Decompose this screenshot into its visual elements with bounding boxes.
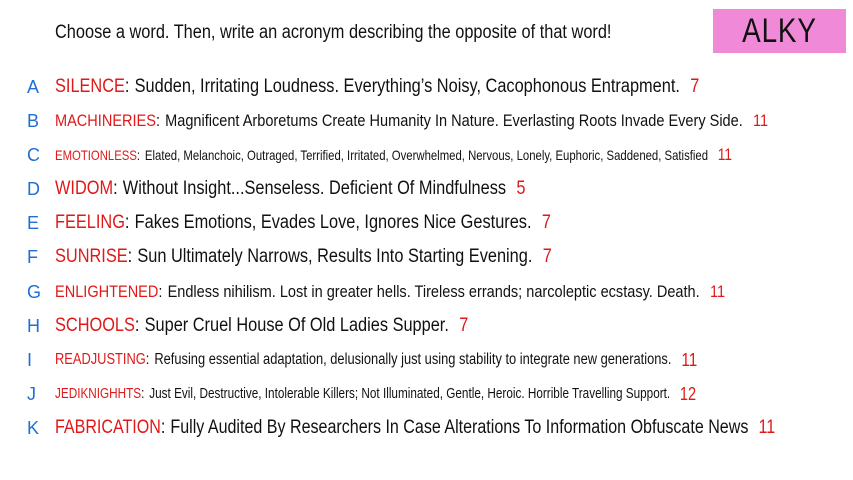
item-count: 7 [542, 246, 552, 267]
item-acronym: Fully Audited By Researchers In Case Alt… [170, 417, 749, 438]
list-item: J JEDIKNIGHHTS: Just Evil, Destructive, … [27, 383, 697, 405]
prompt-text: Choose a word. Then, write an acronym de… [55, 22, 612, 43]
item-word: WIDOM [55, 178, 114, 199]
item-letter: J [27, 384, 36, 404]
item-acronym: Refusing essential adaptation, delusiona… [154, 351, 672, 368]
item-letter: D [27, 179, 40, 199]
item-letter: C [27, 145, 40, 165]
item-word: READJUSTING [55, 351, 146, 368]
item-word: EMOTIONLESS [55, 147, 137, 163]
item-word: JEDIKNIGHHTS [55, 386, 142, 402]
item-letter: E [27, 213, 40, 233]
item-acronym: Super Cruel House Of Old Ladies Supper. [144, 315, 449, 336]
item-acronym: Elated, Melanchoic, Outraged, Terrified,… [144, 147, 709, 163]
item-word: ENLIGHTENED [55, 282, 159, 301]
item-letter: A [27, 77, 40, 97]
item-acronym: Magnificent Arboretums Create Humanity I… [165, 111, 743, 130]
item-count: 5 [516, 178, 526, 199]
list-item: I READJUSTING: Refusing essential adapta… [27, 349, 698, 370]
list-item: F SUNRISE: Sun Ultimately Narrows, Resul… [27, 246, 552, 267]
item-word: SILENCE [55, 76, 125, 97]
list-item: D WIDOM: Without Insight...Senseless. De… [27, 178, 526, 199]
item-letter: K [27, 418, 40, 438]
item-letter: H [27, 316, 40, 336]
item-acronym: Just Evil, Destructive, Intolerable Kill… [149, 386, 671, 402]
item-count: 7 [690, 76, 700, 97]
item-count: 7 [459, 315, 469, 336]
item-acronym: Fakes Emotions, Evades Love, Ignores Nic… [134, 212, 532, 233]
item-acronym: Endless nihilism. Lost in greater hells.… [167, 282, 700, 301]
list-item: G ENLIGHTENED: Endless nihilism. Lost in… [27, 282, 726, 302]
item-count: 7 [541, 212, 551, 233]
item-count: 11 [758, 417, 776, 438]
item-count: 11 [753, 111, 769, 130]
item-count: 11 [709, 282, 726, 301]
list-item: A SILENCE: Sudden, Irritating Loudness. … [27, 76, 700, 97]
item-acronym: Without Insight...Senseless. Deficient O… [122, 178, 507, 199]
item-letter: F [27, 247, 38, 267]
badge-label: ALKY [742, 11, 817, 50]
item-acronym: Sudden, Irritating Loudness. Everything’… [134, 76, 680, 97]
item-word: SUNRISE [55, 246, 128, 267]
item-acronym: Sun Ultimately Narrows, Results Into Sta… [137, 246, 533, 267]
list-item: C EMOTIONLESS: Elated, Melanchoic, Outra… [27, 145, 733, 165]
item-letter: G [27, 282, 42, 302]
item-letter: I [27, 350, 33, 370]
item-word: FABRICATION [55, 417, 161, 438]
list-item: H SCHOOLS: Super Cruel House Of Old Ladi… [27, 315, 469, 336]
list-item: B MACHINERIES: Magnificent Arboretums Cr… [27, 111, 769, 131]
title-badge: ALKY [713, 9, 846, 53]
item-count: 11 [717, 145, 733, 164]
item-word: MACHINERIES [55, 111, 156, 130]
item-word: FEELING [55, 212, 125, 233]
list-item: K FABRICATION: Fully Audited By Research… [27, 417, 776, 438]
item-word: SCHOOLS [55, 315, 135, 336]
item-letter: B [27, 111, 40, 131]
list-item: E FEELING: Fakes Emotions, Evades Love, … [27, 212, 551, 233]
item-count: 11 [681, 349, 698, 370]
item-count: 12 [679, 383, 697, 404]
